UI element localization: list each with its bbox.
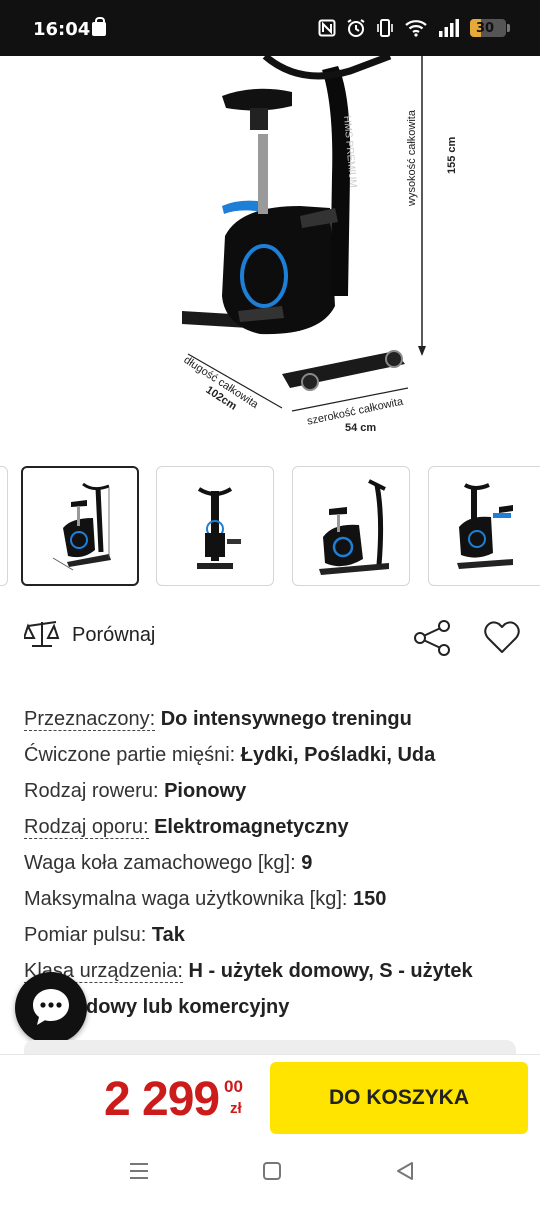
heart-icon bbox=[484, 621, 520, 653]
spec-row: Przeznaczony: Do intensywnego treningu bbox=[24, 701, 524, 737]
price-currency: zł bbox=[230, 1100, 242, 1117]
back-icon[interactable] bbox=[395, 1160, 415, 1182]
spec-label: Waga koła zamachowego [kg]: bbox=[24, 852, 296, 874]
system-navigation-bar bbox=[0, 1142, 540, 1206]
price-main: 2 299 bbox=[104, 1073, 220, 1126]
width-value-wrap: 54 cm bbox=[345, 422, 376, 434]
thumbnail-3[interactable] bbox=[292, 466, 410, 586]
scale-icon bbox=[24, 621, 60, 647]
alarm-icon bbox=[347, 19, 365, 37]
thumbnail-partial[interactable] bbox=[0, 466, 8, 586]
battery-tip bbox=[507, 24, 510, 32]
chat-button[interactable] bbox=[15, 972, 87, 1044]
spec-row: Maksymalna waga użytkownika [kg]: 150 bbox=[24, 881, 524, 917]
status-time: 16:04 bbox=[33, 19, 91, 40]
spec-value: Elektromagnetyczny bbox=[154, 816, 349, 838]
spec-value: 9 bbox=[301, 852, 313, 874]
spec-row: Pomiar pulsu: Tak bbox=[24, 917, 524, 953]
battery-icon: 30 bbox=[470, 19, 506, 37]
spec-value: Pionowy bbox=[164, 780, 247, 802]
spec-label: Maksymalna waga użytkownika [kg]: bbox=[24, 888, 348, 910]
share-button[interactable] bbox=[412, 618, 452, 658]
spec-value: Do intensywnego treningu bbox=[160, 708, 412, 730]
signal-icon bbox=[439, 19, 459, 37]
product-main-image[interactable]: HMS PREMIUM wysokość całkowita 155 cm dł… bbox=[0, 52, 540, 448]
compare-label: Porównaj bbox=[72, 623, 156, 646]
bike-side-thumbnail-image bbox=[319, 479, 389, 575]
height-value: 155 cm bbox=[446, 136, 458, 174]
home-icon[interactable] bbox=[262, 1160, 282, 1182]
spec-row: Klasa urządzenia: H - użytek domowy, S -… bbox=[24, 953, 524, 989]
compare-button[interactable]: Porównaj bbox=[24, 620, 155, 650]
add-to-cart-button[interactable]: DO KOSZYKA bbox=[270, 1062, 528, 1134]
thumbnail-4[interactable] bbox=[428, 466, 540, 586]
bike-front-thumbnail-image bbox=[197, 487, 241, 569]
spec-value: 150 bbox=[353, 888, 387, 910]
spec-label: Pomiar pulsu: bbox=[24, 924, 147, 946]
height-dimension: wysokość całkowita bbox=[406, 110, 418, 206]
spec-value: Łydki, Pośladki, Uda bbox=[240, 744, 436, 766]
spec-value: dowy lub komercyjny bbox=[86, 996, 290, 1018]
exercise-bike-illustration: HMS PREMIUM bbox=[182, 52, 426, 412]
bike-angle-thumbnail-image bbox=[457, 483, 513, 569]
bike-thumbnail-image bbox=[52, 482, 111, 571]
price-cents: 00 bbox=[224, 1077, 243, 1096]
spec-value: H - użytek domowy, S - użytek bbox=[188, 960, 473, 982]
battery-level: 30 bbox=[476, 21, 495, 36]
wifi-icon bbox=[405, 20, 427, 37]
spec-row: Waga koła zamachowego [kg]: 9 bbox=[24, 845, 524, 881]
spec-label[interactable]: Przeznaczony: bbox=[24, 708, 156, 731]
status-bar: 16:04 30 bbox=[0, 0, 540, 56]
height-value-wrap: 155 cm bbox=[446, 137, 458, 174]
thumbnail-2[interactable] bbox=[156, 466, 274, 586]
spec-label: Ćwiczone partie mięśni: bbox=[24, 744, 236, 766]
spec-label[interactable]: Rodzaj oporu: bbox=[24, 816, 149, 839]
product-specs: Przeznaczony: Do intensywnego treningu Ćw… bbox=[24, 701, 524, 1025]
shopping-bag-icon bbox=[92, 17, 106, 36]
recent-apps-icon[interactable] bbox=[128, 1160, 150, 1182]
favorite-button[interactable] bbox=[482, 618, 522, 658]
status-icons: 30 bbox=[318, 18, 510, 38]
chat-bubble-icon bbox=[33, 989, 69, 1025]
thumbnail-strip[interactable] bbox=[0, 466, 540, 586]
spec-row: Rodzaj roweru: Pionowy bbox=[24, 773, 524, 809]
spec-row: Rodzaj oporu: Elektromagnetyczny bbox=[24, 809, 524, 845]
spec-row: dowy lub komercyjny bbox=[24, 989, 524, 1025]
spec-row: Ćwiczone partie mięśni: Łydki, Pośladki,… bbox=[24, 737, 524, 773]
thumbnail-1[interactable] bbox=[21, 466, 139, 586]
height-label: wysokość całkowita bbox=[406, 110, 418, 206]
spec-label: Rodzaj roweru: bbox=[24, 780, 159, 802]
spec-value: Tak bbox=[151, 924, 185, 946]
width-value: 54 cm bbox=[345, 422, 377, 434]
vibrate-icon bbox=[377, 19, 393, 37]
share-icon bbox=[414, 620, 450, 656]
nfc-icon bbox=[318, 19, 336, 37]
